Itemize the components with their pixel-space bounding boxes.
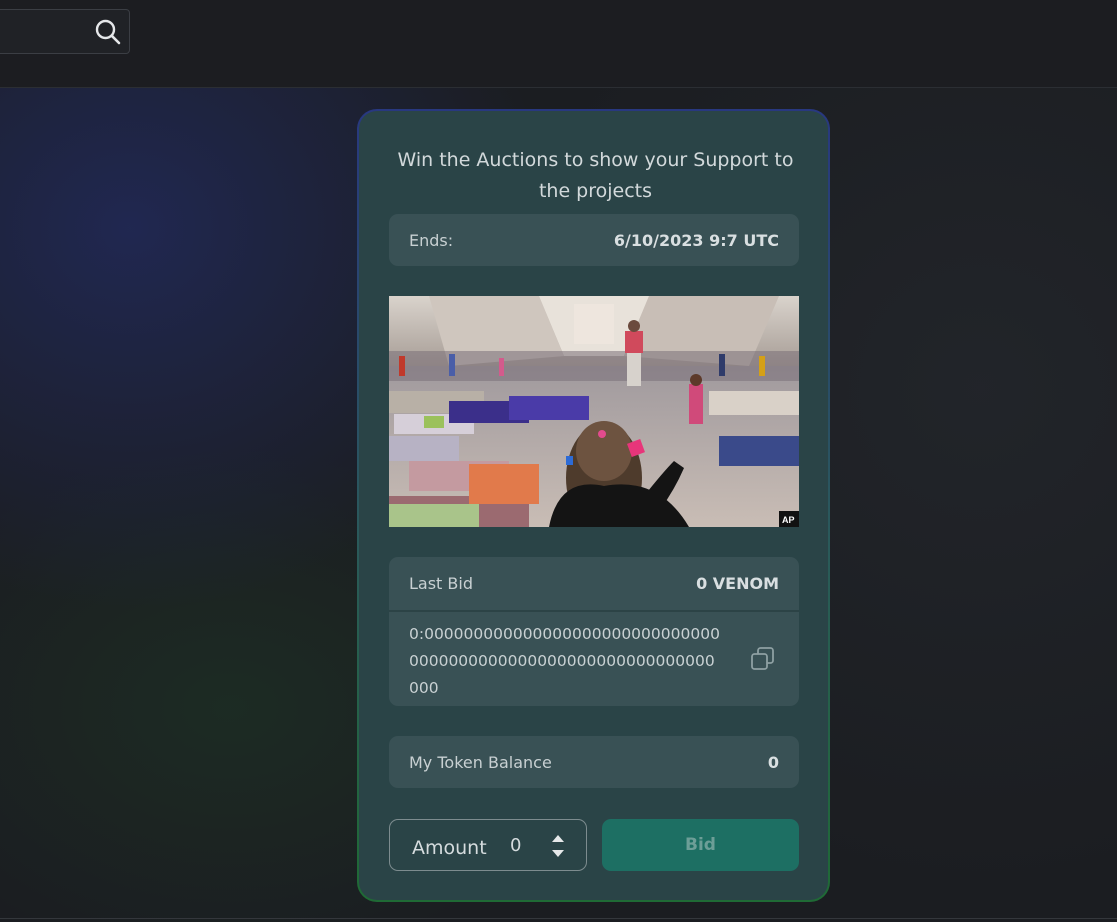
auction-card: Win the Auctions to show your Support to… [357, 109, 830, 902]
ends-label: Ends: [409, 230, 454, 250]
search-box[interactable] [0, 9, 130, 54]
amount-input[interactable] [510, 833, 540, 857]
token-balance-row: My Token Balance 0 [389, 736, 799, 788]
last-bid-box: Last Bid 0 VENOM 0:000000000000000000000… [389, 557, 799, 706]
last-bidder-address: 0:00000000000000000000000000000000000000… [409, 625, 720, 697]
copy-address-button[interactable] [749, 645, 777, 673]
auction-image: AP [389, 296, 799, 527]
divider [0, 918, 1117, 919]
ends-row: Ends: 6/10/2023 9:7 UTC [389, 214, 799, 266]
search-button[interactable] [93, 17, 123, 47]
token-balance-label: My Token Balance [409, 752, 552, 772]
last-bid-row: Last Bid 0 VENOM [389, 557, 799, 612]
auction-heading: Win the Auctions to show your Support to… [397, 149, 794, 202]
token-balance-value: 0 [767, 752, 779, 772]
last-bid-label: Last Bid [409, 574, 473, 593]
amount-field[interactable]: Amount [389, 819, 587, 871]
ends-value: 6/10/2023 9:7 UTC [613, 230, 779, 250]
last-bid-value: 0 VENOM [696, 574, 779, 593]
shelter-photo: AP [389, 296, 799, 527]
amount-stepper-icon[interactable] [550, 833, 566, 859]
bid-button[interactable]: Bid [602, 819, 799, 871]
top-bar [0, 0, 1117, 88]
photo-credit-badge: AP [782, 515, 795, 525]
search-icon [95, 19, 121, 45]
amount-label: Amount [412, 837, 487, 859]
copy-icon [751, 647, 774, 670]
